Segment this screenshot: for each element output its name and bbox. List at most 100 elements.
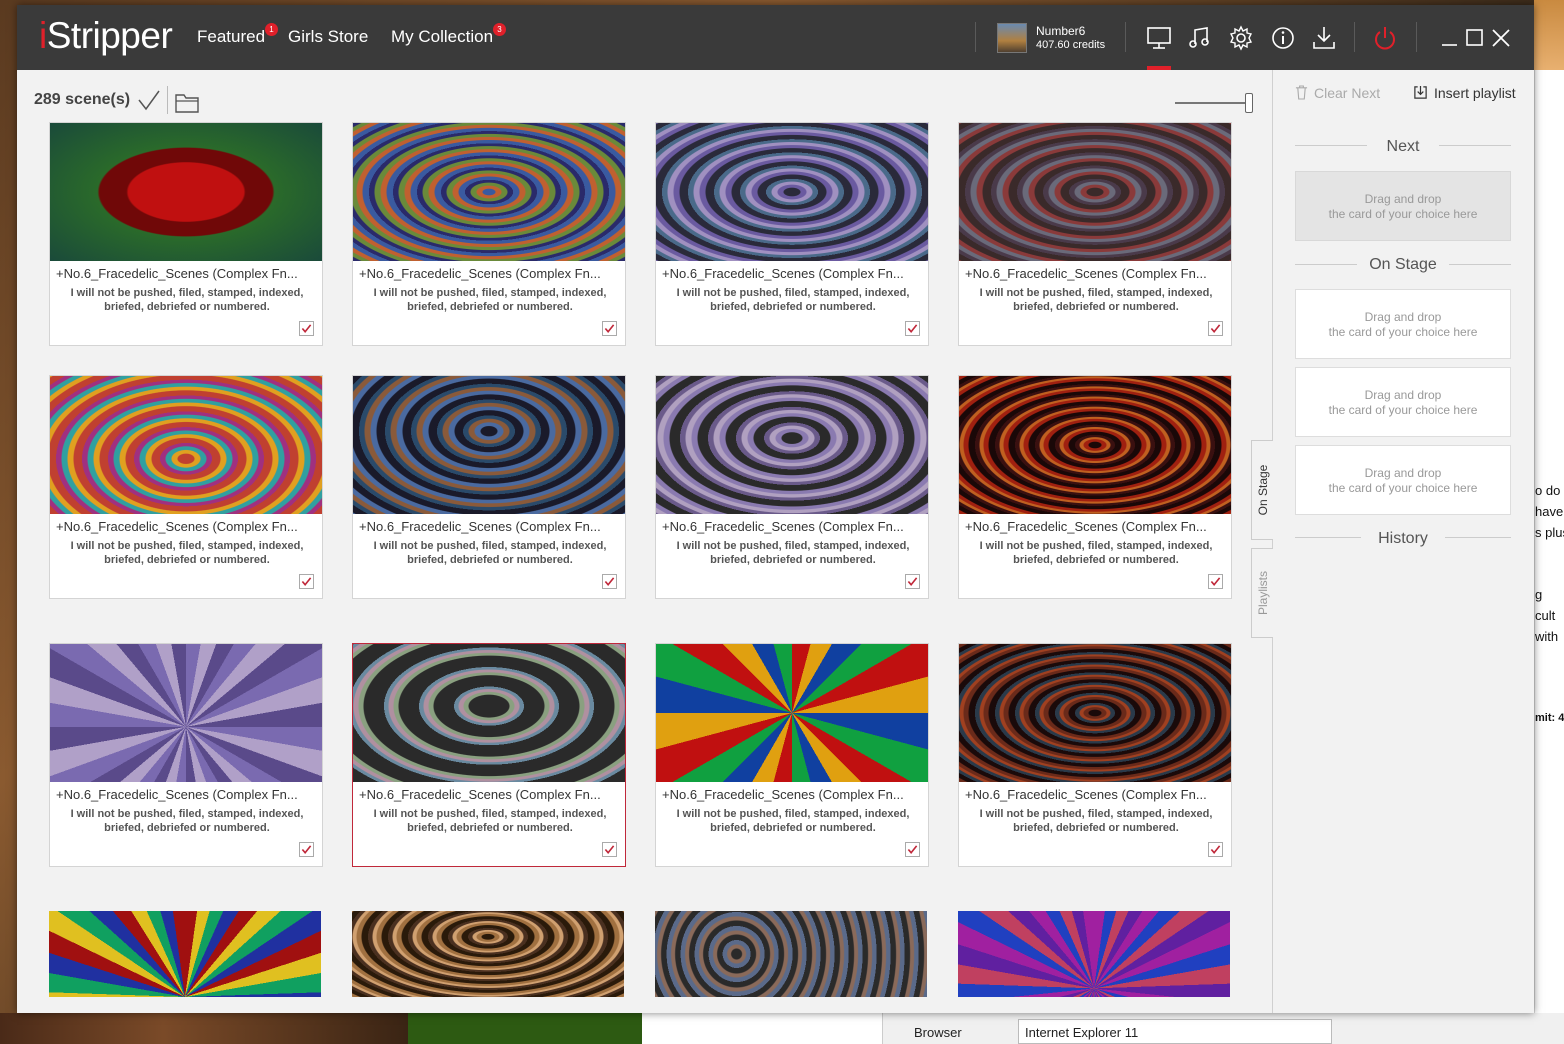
scene-thumbnail <box>50 376 322 514</box>
app-logo[interactable]: iStripper <box>39 15 173 57</box>
nav-featured-label: Featured <box>197 27 266 46</box>
drop-hint: the card of your choice here <box>1328 207 1478 221</box>
scene-title: +No.6_Fracedelic_Scenes (Complex Fn... <box>56 787 298 802</box>
scene-description: I will not be pushed, filed, stamped, in… <box>70 287 304 313</box>
on-stage-drop-zone[interactable]: Drag and drop the card of your choice he… <box>1295 367 1511 437</box>
avatar[interactable] <box>997 23 1027 53</box>
scene-description: I will not be pushed, filed, stamped, in… <box>676 808 910 834</box>
scene-thumbnail <box>49 911 321 997</box>
scene-card[interactable]: +No.6_Fracedelic_Scenes (Complex Fn... I … <box>352 643 626 867</box>
scene-card[interactable]: +No.6_Fracedelic_Scenes (Complex Fn... I … <box>655 122 929 346</box>
scene-description: I will not be pushed, filed, stamped, in… <box>979 287 1213 313</box>
scene-thumbnail <box>352 911 624 997</box>
scene-title: +No.6_Fracedelic_Scenes (Complex Fn... <box>359 787 601 802</box>
scene-card[interactable]: +No.6_Fracedelic_Scenes (Complex Fn... I … <box>958 122 1232 346</box>
tab-playlists[interactable]: Playlists <box>1251 548 1273 638</box>
download-icon[interactable] <box>1309 23 1339 53</box>
scene-checkbox[interactable] <box>905 321 920 336</box>
scene-thumbnail <box>959 123 1231 261</box>
scene-checkbox[interactable] <box>299 842 314 857</box>
scene-title: +No.6_Fracedelic_Scenes (Complex Fn... <box>965 519 1207 534</box>
scene-checkbox[interactable] <box>905 842 920 857</box>
drop-hint: Drag and drop <box>1364 388 1442 402</box>
scene-card[interactable] <box>655 911 929 999</box>
scene-description: I will not be pushed, filed, stamped, in… <box>373 287 607 313</box>
bg-text-fragment: o do <box>1535 483 1561 498</box>
on-stage-drop-zone[interactable]: Drag and drop the card of your choice he… <box>1295 289 1511 359</box>
scene-thumbnail <box>655 911 927 997</box>
scene-card[interactable] <box>352 911 626 999</box>
card-size-slider-track[interactable] <box>1175 102 1249 104</box>
scene-description: I will not be pushed, filed, stamped, in… <box>373 540 607 566</box>
scene-checkbox[interactable] <box>602 321 617 336</box>
scene-title: +No.6_Fracedelic_Scenes (Complex Fn... <box>662 519 904 534</box>
background-window-fragment <box>408 1013 642 1044</box>
scene-checkbox[interactable] <box>905 574 920 589</box>
scene-thumbnail <box>656 644 928 782</box>
user-name: Number6 <box>1036 24 1086 38</box>
divider <box>975 22 976 52</box>
scene-description: I will not be pushed, filed, stamped, in… <box>676 287 910 313</box>
scene-card[interactable]: +No.6_Fracedelic_Scenes (Complex Fn... I … <box>352 122 626 346</box>
select-all-checkmark-icon[interactable] <box>137 88 161 112</box>
insert-playlist-button[interactable]: Insert playlist <box>1413 85 1516 101</box>
nav-featured[interactable]: Featured <box>197 27 265 47</box>
scene-title: +No.6_Fracedelic_Scenes (Complex Fn... <box>56 519 298 534</box>
tab-on-stage-label: On Stage <box>1255 464 1270 516</box>
trash-icon <box>1295 85 1308 100</box>
close-icon[interactable] <box>1486 23 1516 53</box>
scene-checkbox[interactable] <box>299 574 314 589</box>
scene-card[interactable]: +No.6_Fracedelic_Scenes (Complex Fn... I … <box>655 643 929 867</box>
divider <box>1125 22 1126 52</box>
collection-badge: 3 <box>493 23 506 36</box>
scene-description: I will not be pushed, filed, stamped, in… <box>979 540 1213 566</box>
scene-checkbox[interactable] <box>1208 574 1223 589</box>
clear-next-button[interactable]: Clear Next <box>1295 85 1380 101</box>
music-note-icon[interactable] <box>1185 23 1215 53</box>
scene-card[interactable]: +No.6_Fracedelic_Scenes (Complex Fn... I … <box>352 375 626 599</box>
card-size-slider-handle[interactable] <box>1245 93 1253 113</box>
scene-card[interactable]: +No.6_Fracedelic_Scenes (Complex Fn... I … <box>49 643 323 867</box>
nav-my-collection[interactable]: My Collection <box>391 27 493 47</box>
bg-text-fragment: with <box>1535 629 1559 644</box>
scene-card[interactable]: +No.6_Fracedelic_Scenes (Complex Fn... I … <box>655 375 929 599</box>
bg-text-fragment: g <box>1535 587 1543 602</box>
on-stage-drop-zone[interactable]: Drag and drop the card of your choice he… <box>1295 445 1511 515</box>
divider <box>1416 22 1417 52</box>
browser-label: Browser <box>914 1025 962 1040</box>
info-icon[interactable] <box>1268 23 1298 53</box>
insert-icon <box>1414 85 1427 99</box>
background-window-fragment: o do have s plus g cult with mit: 40 <box>1534 70 1564 1013</box>
folder-icon[interactable] <box>175 91 199 113</box>
tab-playlists-label: Playlists <box>1255 570 1270 616</box>
scene-description: I will not be pushed, filed, stamped, in… <box>373 808 607 834</box>
scene-card[interactable]: +No.6_Fracedelic_Scenes (Complex Fn... I … <box>958 643 1232 867</box>
scene-checkbox[interactable] <box>1208 842 1223 857</box>
scene-card[interactable]: +No.6_Fracedelic_Scenes (Complex Fn... I … <box>958 375 1232 599</box>
scene-card[interactable] <box>49 911 323 999</box>
istripper-window: iStripper Featured 1 Girls Store My Coll… <box>17 5 1534 1013</box>
tab-on-stage[interactable]: On Stage <box>1251 440 1273 540</box>
drop-hint: Drag and drop <box>1364 192 1442 206</box>
scene-checkbox[interactable] <box>1208 321 1223 336</box>
scene-checkbox[interactable] <box>602 574 617 589</box>
next-drop-zone[interactable]: Drag and drop the card of your choice he… <box>1295 171 1511 241</box>
divider <box>1449 264 1511 265</box>
monitor-icon[interactable] <box>1144 23 1174 53</box>
scene-description: I will not be pushed, filed, stamped, in… <box>676 540 910 566</box>
scene-checkbox[interactable] <box>602 842 617 857</box>
divider <box>1439 145 1511 146</box>
scene-card[interactable] <box>958 911 1232 999</box>
drop-hint: the card of your choice here <box>1328 403 1478 417</box>
insert-playlist-label: Insert playlist <box>1434 85 1516 101</box>
power-icon[interactable] <box>1370 23 1400 53</box>
gear-icon[interactable] <box>1226 23 1256 53</box>
scene-card[interactable]: +No.6_Fracedelic_Scenes (Complex Fn... I … <box>49 122 323 346</box>
playlist-panel: On Stage Playlists Clear Next Insert pla… <box>1251 70 1534 1013</box>
drop-hint: the card of your choice here <box>1328 325 1478 339</box>
scene-grid-area: 289 scene(s) +No.6_Fracedelic_Scenes (Co… <box>17 70 1272 1013</box>
scene-checkbox[interactable] <box>299 321 314 336</box>
scene-card[interactable]: +No.6_Fracedelic_Scenes (Complex Fn... I … <box>49 375 323 599</box>
nav-my-collection-label: My Collection <box>391 27 494 46</box>
nav-girls-store[interactable]: Girls Store <box>288 27 368 47</box>
